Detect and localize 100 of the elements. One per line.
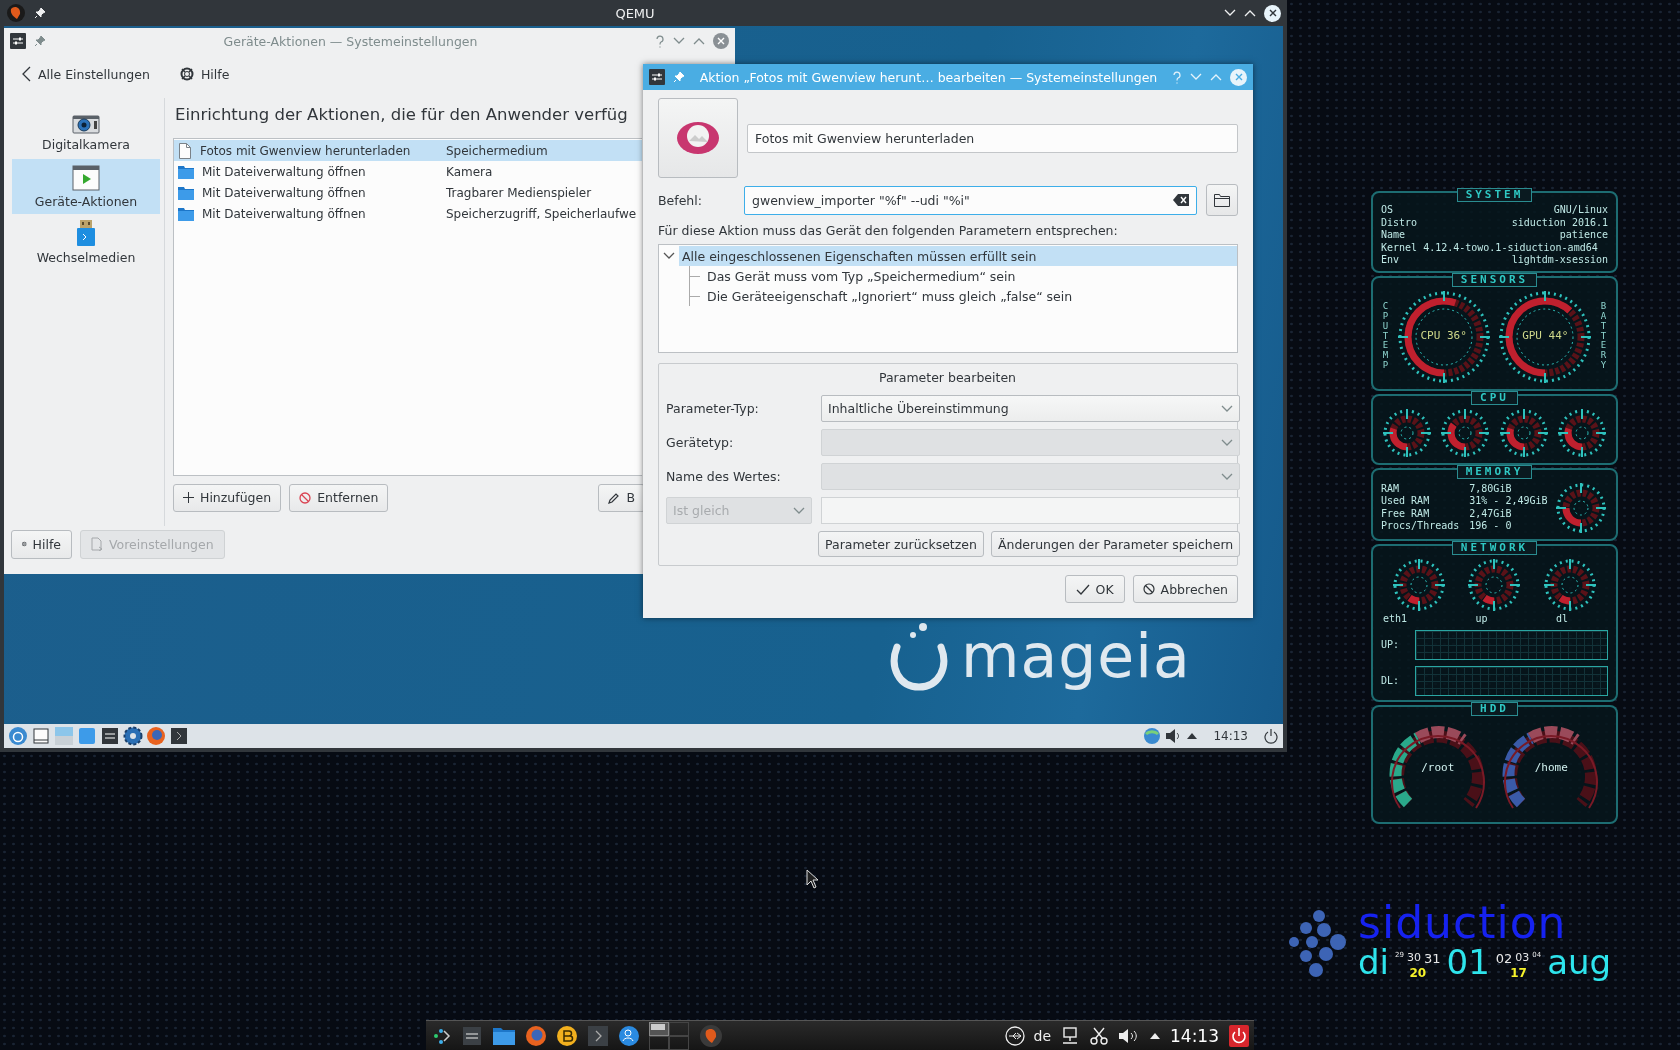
- folder-icon: [178, 185, 194, 200]
- graph-label: UP:: [1381, 639, 1401, 650]
- info-label: RAM: [1381, 482, 1401, 495]
- action-name: Mit Dateiverwaltung öffnen: [202, 164, 366, 179]
- value-field[interactable]: [821, 497, 1241, 524]
- show-desktop-icon[interactable]: [31, 726, 51, 746]
- gauge-drawing: [1556, 406, 1608, 459]
- usb-drive-icon: [76, 218, 96, 247]
- start-menu-icon[interactable]: [8, 726, 28, 746]
- caret-icon: [1221, 438, 1234, 447]
- bitcoin-icon[interactable]: [556, 1024, 578, 1047]
- command-field[interactable]: gwenview_importer "%f" --udi "%i": [744, 185, 1197, 215]
- prohibited-icon: [299, 491, 312, 504]
- gauge-drawing: [1381, 406, 1433, 459]
- mouse-cursor-icon: [806, 869, 820, 889]
- caret-icon: [1221, 404, 1234, 413]
- info-value: 196 - 0: [1469, 520, 1513, 533]
- tree-item[interactable]: Alle eingeschlossenen Eigenschaften müssen erfüllt sein: [679, 246, 1237, 266]
- cancel-button[interactable]: Abbrechen: [1132, 575, 1238, 603]
- network-icon[interactable]: [1060, 1025, 1080, 1046]
- qemu-task-icon[interactable]: [698, 1022, 724, 1049]
- browse-button[interactable]: [1206, 184, 1238, 216]
- gauge-drawing: [1497, 406, 1550, 459]
- side-label: CPUTEMP: [1381, 301, 1390, 372]
- mount-label: /root: [1420, 760, 1456, 774]
- clear-icon[interactable]: [1173, 194, 1189, 206]
- scissors-icon[interactable]: [1089, 1025, 1109, 1046]
- page-heading: Einrichtung der Aktionen, die für den Anwender verfüg: [175, 104, 629, 126]
- terminal-icon[interactable]: [169, 726, 189, 746]
- back-button[interactable]: Alle Einstellungen: [18, 64, 154, 84]
- volume-icon[interactable]: [1118, 1026, 1140, 1045]
- sidebar-item[interactable]: Wechselmedien: [12, 214, 160, 269]
- close-button[interactable]: [1264, 4, 1281, 22]
- settings-app-icon: [649, 69, 665, 85]
- info-label: Distro: [1381, 216, 1418, 229]
- ok-button[interactable]: OK: [1064, 575, 1125, 603]
- prohibited-icon: [1142, 583, 1155, 595]
- list-row[interactable]: Mit Dateiverwaltung öffnen Kamera: [174, 161, 642, 182]
- reset-button[interactable]: Parameter zurücksetzen: [818, 531, 984, 557]
- firefox-icon[interactable]: [146, 726, 166, 746]
- list-row[interactable]: Mit Dateiverwaltung öffnen Tragbarer Medienspieler: [174, 182, 642, 203]
- gear-icon[interactable]: [123, 726, 143, 746]
- expand-tray-icon[interactable]: [1186, 732, 1199, 740]
- list-row[interactable]: Fotos mit Gwenview herunterladen Speichermedium: [174, 140, 642, 161]
- name-field[interactable]: Fotos mit Gwenview herunterladen: [747, 123, 1238, 153]
- power-icon[interactable]: [1263, 728, 1279, 744]
- save-button[interactable]: Änderungen der Parameter speichern: [990, 531, 1241, 557]
- network-label: dl: [1555, 612, 1568, 624]
- sensor-reading: CPU 36°: [1419, 328, 1468, 342]
- gauge-drawing: [1439, 406, 1492, 459]
- caret-icon[interactable]: [663, 252, 675, 260]
- settings-app-icon[interactable]: [100, 726, 120, 746]
- clock[interactable]: 14:13: [1213, 729, 1248, 743]
- info-value: 31% - 2,49GiB: [1469, 495, 1548, 508]
- caret-icon: [1221, 472, 1234, 481]
- caret-icon: [793, 506, 805, 515]
- eye-image-icon: [676, 121, 720, 155]
- keyboard-layout[interactable]: de: [1033, 1027, 1051, 1044]
- contacts-icon[interactable]: [618, 1024, 640, 1047]
- clock[interactable]: 14:13: [1170, 1025, 1219, 1046]
- tree-item[interactable]: Die Geräteeigenschaft „Ignoriert“ muss gleich „false“ sein: [704, 286, 1237, 306]
- network-label: eth1: [1383, 612, 1408, 624]
- firefox-icon[interactable]: [525, 1024, 547, 1047]
- help-button[interactable]: Hilfe: [11, 529, 72, 559]
- info-value: patience: [1559, 229, 1608, 242]
- add-button[interactable]: Hinzufügen: [173, 483, 282, 512]
- edit-button[interactable]: B: [598, 483, 645, 512]
- field-label: Gerätetyp:: [666, 435, 735, 450]
- sidebar-item[interactable]: Digitalkamera: [12, 104, 160, 159]
- usb-icon[interactable]: [1004, 1025, 1025, 1046]
- logo-text: mageia: [961, 621, 1191, 691]
- tree-item[interactable]: Das Gerät muss vom Typ „Speichermedium“ sein: [704, 266, 1237, 286]
- info-label: Free RAM: [1381, 507, 1431, 520]
- document-icon: [178, 142, 192, 159]
- remove-button[interactable]: Entfernen: [289, 483, 389, 512]
- settings-app-icon[interactable]: [461, 1024, 483, 1047]
- icon-button[interactable]: [658, 98, 738, 178]
- sidebar-item[interactable]: Geräte-Aktionen: [12, 159, 160, 214]
- info-label: Env: [1381, 254, 1400, 267]
- folder-icon: [178, 164, 194, 179]
- list-row[interactable]: Mit Dateiverwaltung öffnen Speicherzugriff, Speicherlaufwe: [174, 203, 642, 224]
- action-name: Fotos mit Gwenview herunterladen: [200, 143, 411, 158]
- lifebuoy-icon: [179, 67, 194, 81]
- info-label: Name: [1381, 229, 1406, 242]
- help-button[interactable]: Hilfe: [175, 64, 234, 84]
- power-icon[interactable]: [1228, 1023, 1250, 1048]
- window-title: Geräte-Aktionen — Systemeinstellungen: [222, 33, 479, 49]
- expand-tray-icon[interactable]: [1149, 1031, 1161, 1040]
- group-title: Parameter bearbeiten: [877, 369, 1017, 387]
- help-icon[interactable]: [655, 34, 665, 48]
- folder-icon: [178, 206, 194, 221]
- folder-icon: [1214, 193, 1230, 207]
- dropdown[interactable]: Inhaltliche Übereinstimmung: [821, 395, 1241, 422]
- action-name: Mit Dateiverwaltung öffnen: [202, 185, 366, 200]
- calendar-day: 02: [1495, 951, 1513, 966]
- field-label: Parameter-Typ:: [666, 401, 760, 416]
- pager-icon[interactable]: [649, 1021, 689, 1050]
- info-label: OS: [1381, 204, 1394, 217]
- info-value: GNU/Linux: [1553, 204, 1608, 217]
- device-type: Speicherzugriff, Speicherlaufwe: [446, 206, 637, 221]
